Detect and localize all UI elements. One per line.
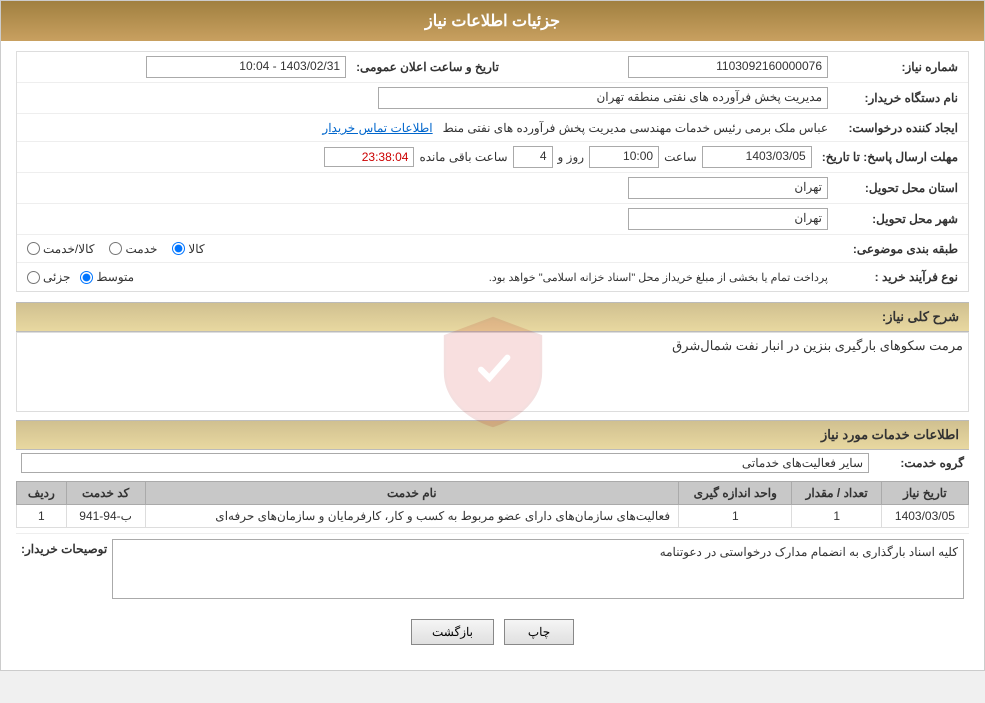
shield-watermark-icon (433, 312, 553, 432)
table-header-row: تاریخ نیاز تعداد / مقدار واحد اندازه گیر… (17, 482, 969, 505)
date-announce-input: 1403/02/31 - 10:04 (146, 56, 346, 78)
province-input: تهران (628, 177, 828, 199)
remaining-countdown: 23:38:04 (324, 147, 414, 167)
content-area: شماره نیاز: 1103092160000076 تاریخ و ساع… (1, 41, 984, 670)
page-header: جزئیات اطلاعات نیاز (1, 1, 984, 41)
purchase-type-radio-group: پرداخت تمام یا بخشی از مبلغ خریداز محل "… (27, 270, 828, 284)
page-wrapper: جزئیات اطلاعات نیاز شماره نیاز: 11030921… (0, 0, 985, 671)
city-input: تهران (628, 208, 828, 230)
response-time-label: ساعت (664, 150, 697, 164)
category-options: کالا/خدمت خدمت کالا (22, 240, 833, 258)
col-radif: ردیف (17, 482, 67, 505)
need-number-row: شماره نیاز: 1103092160000076 تاریخ و ساع… (17, 52, 968, 83)
buyer-notes-box: کلیه اسناد بارگذاری به انضمام مدارک درخو… (112, 539, 964, 599)
kala-radio[interactable] (172, 242, 185, 255)
kala-khedmat-label: کالا/خدمت (43, 242, 94, 256)
need-number-value: 1103092160000076 (504, 54, 833, 80)
purchase-jozi[interactable]: جزئی (27, 270, 70, 284)
response-time-input: 10:00 (589, 146, 659, 168)
general-description-header-label: شرح کلی نیاز: (882, 309, 959, 324)
category-kala[interactable]: کالا (172, 242, 204, 256)
purchase-type-label: نوع فرآیند خرید : (833, 268, 963, 286)
buyer-notes-section: کلیه اسناد بارگذاری به انضمام مدارک درخو… (16, 533, 969, 604)
services-header-label: اطلاعات خدمات مورد نیاز (821, 427, 959, 442)
service-group-value: سایر فعالیت‌های خدماتی (21, 453, 869, 473)
col-name-khedmat: نام خدمت (145, 482, 679, 505)
buyer-notes-content: کلیه اسناد بارگذاری به انضمام مدارک درخو… (112, 539, 964, 599)
buyer-org-value: مدیریت پخش فرآورده های نفتی منطقه تهران (22, 85, 833, 111)
province-label: استان محل تحویل: (833, 179, 963, 197)
category-radio-group: کالا/خدمت خدمت کالا (27, 242, 828, 256)
purchase-motavaset[interactable]: متوسط (80, 270, 134, 284)
khedmat-radio[interactable] (109, 242, 122, 255)
cell-code: ب-94-941 (66, 505, 145, 528)
time-row: 1403/03/05 ساعت 10:00 روز و 4 ساعت باقی … (27, 146, 812, 168)
col-code-khedmat: کد خدمت (66, 482, 145, 505)
creator-name: عباس ملک برمی رئیس خدمات مهندسی مدیریت پ… (443, 121, 828, 135)
response-date-input: 1403/03/05 (702, 146, 812, 168)
motavaset-label: متوسط (96, 270, 134, 284)
buttons-row: چاپ بازگشت (16, 604, 969, 660)
kala-label: کالا (188, 242, 204, 256)
buyer-org-label: نام دستگاه خریدار: (833, 89, 963, 107)
khedmat-label: خدمت (125, 242, 157, 256)
response-deadline-label: مهلت ارسال پاسخ: تا تاریخ: (817, 148, 963, 166)
cell-row: 1 (17, 505, 67, 528)
city-row: شهر محل تحویل: تهران (17, 204, 968, 235)
city-label: شهر محل تحویل: (833, 210, 963, 228)
page-title: جزئیات اطلاعات نیاز (425, 13, 560, 30)
col-tarikh-niaz: تاریخ نیاز (881, 482, 968, 505)
cell-unit: 1 (679, 505, 792, 528)
cell-quantity: 1 (792, 505, 881, 528)
buyer-org-row: نام دستگاه خریدار: مدیریت پخش فرآورده ها… (17, 83, 968, 114)
province-value: تهران (22, 175, 833, 201)
info-section: شماره نیاز: 1103092160000076 تاریخ و ساع… (16, 51, 969, 292)
creator-label: ایجاد کننده درخواست: (833, 119, 963, 137)
category-label: طبقه بندی موضوعی: (833, 240, 963, 258)
general-description-text: مرمت سکوهای بارگیری بنزین در انبار نفت ش… (22, 338, 963, 354)
category-kala-khedmat[interactable]: کالا/خدمت (27, 242, 94, 256)
buyer-notes-label: توصیحات خریدار: (21, 539, 107, 556)
response-deadline-row: مهلت ارسال پاسخ: تا تاریخ: 1403/03/05 سا… (17, 142, 968, 173)
jozi-label: جزئی (43, 270, 70, 284)
service-group-label: گروه خدمت: (874, 456, 964, 470)
remaining-label: ساعت باقی مانده (419, 150, 507, 164)
creator-row: ایجاد کننده درخواست: عباس ملک برمی رئیس … (17, 114, 968, 142)
creator-value: عباس ملک برمی رئیس خدمات مهندسی مدیریت پ… (22, 119, 833, 137)
need-number-label: شماره نیاز: (833, 58, 963, 76)
response-deadline-value: 1403/03/05 ساعت 10:00 روز و 4 ساعت باقی … (22, 144, 817, 170)
need-number-input: 1103092160000076 (628, 56, 828, 78)
buyer-org-input: مدیریت پخش فرآورده های نفتی منطقه تهران (378, 87, 828, 109)
table-row: 1403/03/05 1 1 فعالیت‌های سازمان‌های دار… (17, 505, 969, 528)
category-row: طبقه بندی موضوعی: کالا/خدمت خدمت کالا (17, 235, 968, 263)
motavaset-radio[interactable] (80, 271, 93, 284)
category-khedmat[interactable]: خدمت (109, 242, 157, 256)
creator-contact-link[interactable]: اطلاعات تماس خریدار (322, 121, 432, 135)
province-row: استان محل تحویل: تهران (17, 173, 968, 204)
jozi-radio[interactable] (27, 271, 40, 284)
cell-date: 1403/03/05 (881, 505, 968, 528)
general-description-container: مرمت سکوهای بارگیری بنزین در انبار نفت ش… (16, 332, 969, 412)
city-value: تهران (22, 206, 833, 232)
response-day-label: روز و (558, 150, 585, 164)
purchase-note: پرداخت تمام یا بخشی از مبلغ خریداز محل "… (144, 271, 828, 284)
col-tedad-megdar: تعداد / مقدار (792, 482, 881, 505)
purchase-type-content: پرداخت تمام یا بخشی از مبلغ خریداز محل "… (22, 268, 833, 286)
response-day-input: 4 (513, 146, 553, 168)
cell-name: فعالیت‌های سازمان‌های دارای عضو مربوط به… (145, 505, 679, 528)
kala-khedmat-radio[interactable] (27, 242, 40, 255)
purchase-type-row: نوع فرآیند خرید : پرداخت تمام یا بخشی از… (17, 263, 968, 291)
back-button[interactable]: بازگشت (411, 619, 494, 645)
services-table: تاریخ نیاز تعداد / مقدار واحد اندازه گیر… (16, 481, 969, 528)
col-vahed-andazeh: واحد اندازه گیری (679, 482, 792, 505)
print-button[interactable]: چاپ (504, 619, 574, 645)
service-group-row: گروه خدمت: سایر فعالیت‌های خدماتی (16, 450, 969, 476)
date-announce-value: 1403/02/31 - 10:04 (22, 54, 351, 80)
date-announce-label: تاریخ و ساعت اعلان عمومی: (351, 58, 504, 76)
